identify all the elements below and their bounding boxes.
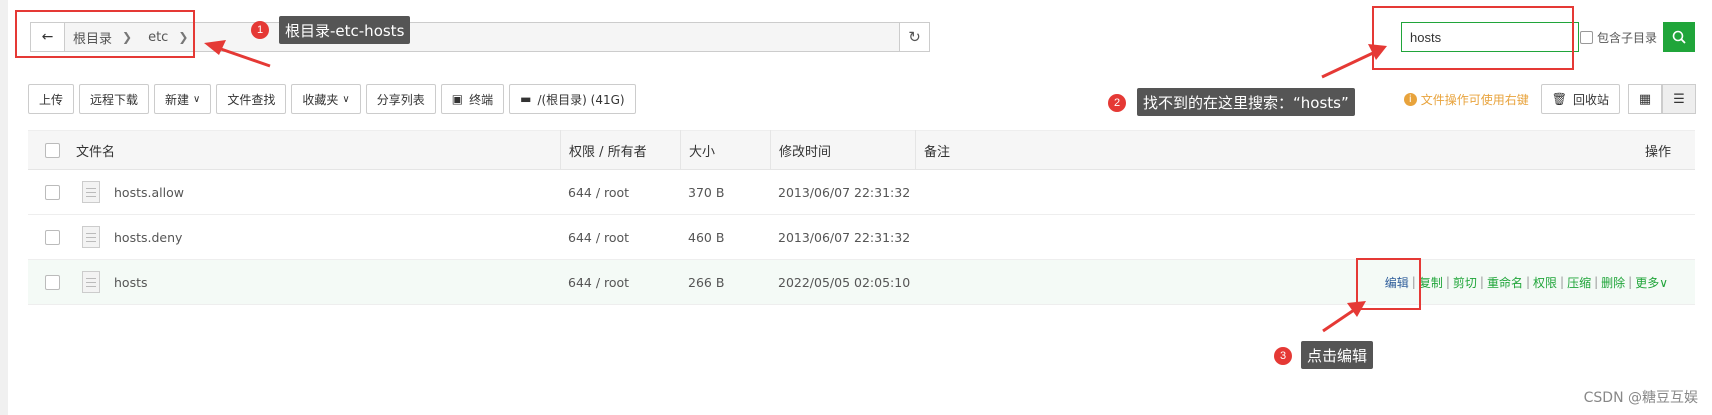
favorites-dropdown[interactable]: 收藏夹 ∨ — [291, 84, 361, 114]
info-icon: i — [1403, 92, 1417, 106]
highlight-box-edit — [1356, 258, 1421, 310]
view-toggle: ▦ ☰ — [1628, 84, 1696, 114]
terminal-icon: ▣ — [451, 92, 464, 106]
terminal-button[interactable]: ▣ 终端 — [440, 84, 505, 114]
upload-button[interactable]: 上传 — [28, 84, 75, 114]
left-edge — [0, 0, 8, 415]
remote-download-label: 远程下载 — [90, 92, 139, 107]
right-tools: i 文件操作可使用右键 🗑︎ 回收站 ▦ ☰ — [1403, 84, 1696, 114]
file-perm[interactable]: 644 / root — [560, 275, 680, 290]
row-select-cell — [28, 229, 76, 245]
table-row[interactable]: hosts.allow 644 / root 370 B 2013/06/07 … — [28, 170, 1695, 215]
file-name[interactable]: hosts.allow — [114, 185, 184, 200]
file-mtime: 2013/06/07 22:31:32 — [778, 229, 911, 245]
file-icon — [82, 226, 100, 248]
watermark: CSDN @糖豆互娱 — [1583, 390, 1698, 406]
include-subdir-label: 包含子目录 — [1597, 30, 1658, 45]
rename-link[interactable]: 重命名 — [1484, 274, 1526, 291]
list-view-button[interactable]: ☰ — [1662, 84, 1696, 114]
header-name[interactable]: 文件名 — [76, 141, 560, 160]
arrow-line-2 — [1321, 51, 1374, 79]
select-all-checkbox[interactable] — [44, 142, 60, 158]
remote-download-button[interactable]: 远程下载 — [79, 84, 150, 114]
share-list-label: 分享列表 — [376, 92, 425, 107]
file-mtime: 2013/06/07 22:31:32 — [778, 184, 911, 200]
cut-link[interactable]: 剪切 — [1450, 274, 1480, 291]
tooltip-step-1: 根目录-etc-hosts — [279, 16, 411, 44]
table-row[interactable]: hosts.deny 644 / root 460 B 2013/06/07 2… — [28, 215, 1695, 260]
file-perm[interactable]: 644 / root — [560, 185, 680, 200]
file-perm[interactable]: 644 / root — [560, 230, 680, 245]
file-name-cell[interactable]: hosts.allow — [76, 181, 560, 203]
search-icon — [1672, 30, 1686, 44]
file-icon — [82, 181, 100, 203]
recycle-bin-button[interactable]: 🗑︎ 回收站 — [1540, 84, 1620, 114]
new-dropdown[interactable]: 新建 ∨ — [154, 84, 212, 114]
chevron-down-icon: ∨ — [342, 93, 350, 105]
tooltip-step-3: 点击编辑 — [1301, 341, 1374, 369]
row-actions: 编辑 | 复制 | 剪切 | 重命名 | 权限 | 压缩 | 删除 | 更多∨ — [1382, 274, 1671, 291]
chevron-down-icon: ∨ — [1659, 275, 1668, 290]
disk-label: /(根目录) (41G) — [537, 92, 625, 107]
compress-link[interactable]: 压缩 — [1564, 274, 1594, 291]
file-mtime: 2022/05/05 02:05:10 — [778, 274, 911, 290]
more-link[interactable]: 更多∨ — [1632, 274, 1671, 291]
highlight-box-path — [15, 10, 195, 58]
hint-label: 文件操作可使用右键 — [1420, 92, 1529, 107]
file-name-cell[interactable]: hosts — [76, 271, 560, 293]
trash-icon: 🗑︎ — [1551, 92, 1567, 106]
header-note: 备注 — [915, 130, 1695, 170]
share-list-button[interactable]: 分享列表 — [365, 84, 436, 114]
right-click-hint: i 文件操作可使用右键 — [1403, 91, 1529, 108]
arrow-line-3 — [1322, 308, 1355, 333]
file-size: 460 B — [688, 229, 725, 245]
file-icon — [82, 271, 100, 293]
header-size[interactable]: 大小 — [680, 130, 770, 170]
step-badge-2: 2 — [1108, 94, 1126, 112]
refresh-button[interactable]: ↻ — [899, 23, 929, 51]
highlight-box-search — [1372, 6, 1574, 70]
header-op: 操作 — [1644, 144, 1671, 160]
new-label: 新建 — [165, 92, 190, 107]
row-checkbox[interactable] — [44, 229, 60, 245]
table-header: 文件名 权限 / 所有者 大小 修改时间 备注 操作 — [28, 130, 1695, 170]
permission-link[interactable]: 权限 — [1530, 274, 1560, 291]
file-search-button[interactable]: 文件查找 — [216, 84, 287, 114]
delete-link[interactable]: 删除 — [1598, 274, 1628, 291]
row-checkbox[interactable] — [44, 184, 60, 200]
terminal-label: 终端 — [469, 92, 494, 107]
file-size: 266 B — [688, 274, 725, 290]
favorites-label: 收藏夹 — [302, 92, 339, 107]
file-name-cell[interactable]: hosts.deny — [76, 226, 560, 248]
grid-view-button[interactable]: ▦ — [1628, 84, 1662, 114]
row-select-cell — [28, 274, 76, 290]
file-name[interactable]: hosts.deny — [114, 230, 182, 245]
chevron-down-icon: ∨ — [193, 93, 201, 105]
refresh-icon: ↻ — [908, 28, 921, 46]
upload-label: 上传 — [39, 92, 64, 107]
step-badge-3: 3 — [1274, 347, 1292, 365]
file-table: 文件名 权限 / 所有者 大小 修改时间 备注 操作 hosts.allow 6… — [28, 130, 1695, 305]
table-row[interactable]: hosts 644 / root 266 B 2022/05/05 02:05:… — [28, 260, 1695, 305]
include-subdir-checkbox[interactable] — [1580, 30, 1593, 44]
select-all-cell — [28, 142, 76, 158]
file-search-label: 文件查找 — [227, 92, 276, 107]
more-label: 更多 — [1635, 275, 1660, 290]
row-select-cell — [28, 184, 76, 200]
file-size: 370 B — [688, 184, 725, 200]
step-badge-1: 1 — [251, 21, 269, 39]
header-perm[interactable]: 权限 / 所有者 — [560, 130, 680, 170]
recycle-label: 回收站 — [1572, 92, 1609, 107]
grid-icon: ▦ — [1638, 91, 1652, 107]
search-button[interactable] — [1663, 22, 1695, 52]
list-icon: ☰ — [1673, 91, 1685, 107]
disk-icon: ▬ — [520, 92, 532, 106]
toolbar: 上传 远程下载 新建 ∨ 文件查找 收藏夹 ∨ 分享列表 ▣ 终端 ▬/(根目录) (… — [28, 84, 636, 114]
disk-button[interactable]: ▬ /(根目录) (41G) — [509, 84, 636, 114]
tooltip-step-2: 找不到的在这里搜索：“hosts” — [1137, 88, 1355, 116]
file-name[interactable]: hosts — [114, 275, 148, 290]
row-checkbox[interactable] — [44, 274, 60, 290]
header-mtime[interactable]: 修改时间 — [770, 130, 915, 170]
include-subdir-toggle[interactable]: 包含子目录 — [1580, 22, 1657, 52]
